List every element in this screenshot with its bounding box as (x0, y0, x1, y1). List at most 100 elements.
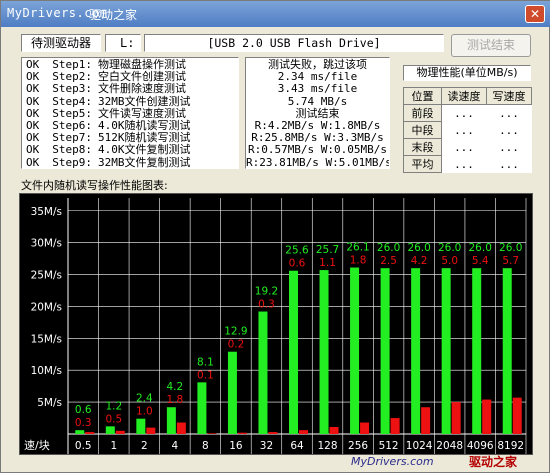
chart-svg: 5M/s 10M/s 15M/s 20M/s 25M/s 30M/s 35M/s 速/块 0.5… (24, 198, 527, 454)
read-value-label: 26.0 (407, 242, 430, 254)
x-tick-label: 32 (260, 440, 273, 452)
result-row: R:23.81MB/s W:5.01MB/s (246, 155, 390, 169)
footer-brand: 驱动之家 (469, 455, 518, 469)
perf-header-row: 位置 读速度 写速度 (403, 87, 532, 105)
read-bar (227, 351, 237, 434)
read-value-label: 25.6 (285, 245, 309, 257)
read-bar (472, 268, 482, 434)
write-value-label: 4.2 (411, 255, 428, 267)
drive-letter: L: (105, 34, 141, 52)
y-tick-label: 25M/s (31, 270, 62, 282)
close-button[interactable]: ✕ (525, 5, 545, 23)
x-tick-label: 128 (318, 440, 338, 452)
perf-header-read: 读速度 (441, 87, 487, 105)
step-name: Step8: (52, 143, 92, 157)
step-name: Step3: (52, 82, 92, 96)
read-bar (136, 418, 146, 434)
write-value-label: 1.0 (136, 406, 153, 418)
read-value-label: 4.2 (167, 381, 184, 393)
read-value-label: 26.1 (346, 242, 369, 254)
x-tick-label: 2048 (436, 440, 463, 452)
write-bar (390, 418, 400, 434)
write-bar (237, 432, 247, 434)
step-desc: 文件删除速度测试 (98, 82, 186, 96)
step-list: OK Step1: 物理磁盘操作测试 OK Step2: 空白文件创建测试 OK Step3:… (21, 57, 239, 169)
step-name: Step5: (52, 106, 92, 120)
write-bar (482, 399, 492, 434)
read-value-label: 25.7 (316, 244, 339, 256)
title-bar: MyDrivers.com 驱动之家 ✕ (1, 1, 550, 27)
perf-write: ... (486, 138, 532, 156)
step-row: OK Step9: 32MB文件复制测试 (26, 155, 238, 169)
x-tick-label: 512 (379, 440, 399, 452)
perf-write: ... (486, 121, 532, 139)
y-tick-label: 30M/s (31, 238, 62, 250)
read-value-label: 26.0 (377, 242, 400, 254)
write-bar (299, 430, 308, 434)
read-bar (350, 267, 360, 434)
read-value-label: 26.0 (499, 242, 522, 254)
y-tick-label: 10M/s (31, 365, 62, 377)
y-tick-label: 15M/s (31, 333, 62, 345)
read-bar (197, 382, 207, 434)
read-bar (441, 268, 451, 434)
read-bar (75, 430, 85, 434)
perf-title: 物理性能(单位MB/s) (403, 65, 531, 81)
step-status: OK (26, 155, 40, 169)
x-tick-label: 64 (290, 440, 304, 452)
write-bar (146, 427, 156, 434)
step-row: OK Step4: 32MB文件创建测试 (26, 94, 238, 108)
write-bar (85, 432, 95, 434)
step-desc: 文件读写速度测试 (98, 106, 186, 120)
perf-pos: 平均 (403, 155, 442, 173)
read-value-label: 26.0 (469, 242, 492, 254)
step-name: Step4: (52, 94, 92, 108)
result-row: 5.74 MB/s (287, 94, 348, 108)
x-tick-label: 8 (202, 440, 209, 452)
read-bar (166, 407, 176, 434)
x-tick-label: 4096 (467, 440, 494, 452)
chart-title: 文件内随机读写操作性能图表: (21, 179, 168, 192)
write-bar (512, 397, 522, 434)
app-window: MyDrivers.com 驱动之家 ✕ 待测驱动器 L: [USB 2.0 U… (0, 0, 550, 473)
x-axis-label: 速/块 (24, 439, 50, 452)
write-bar (207, 433, 217, 434)
x-tick-label: 256 (348, 440, 368, 452)
perf-pos: 末段 (403, 138, 442, 156)
y-tick-label: 20M/s (31, 301, 62, 313)
perf-read: ... (441, 155, 487, 173)
step-status: OK (26, 94, 40, 108)
perf-read: ... (441, 138, 487, 156)
x-tick-label: 1 (110, 440, 117, 452)
read-bar (258, 311, 268, 434)
x-tick-label: 4 (172, 440, 179, 452)
perf-row: 平均 ... ... (403, 155, 532, 173)
write-value-label: 0.3 (258, 299, 275, 311)
read-bar (289, 270, 298, 434)
perf-pos: 中段 (403, 121, 442, 139)
perf-read: ... (441, 121, 487, 139)
step-status: OK (26, 82, 40, 96)
read-bar (502, 268, 512, 434)
write-value-label: 1.1 (319, 257, 336, 269)
write-value-label: 0.5 (105, 413, 122, 425)
x-tick-label: 8192 (497, 440, 524, 452)
read-value-label: 26.0 (438, 242, 461, 254)
step-row: OK Step3: 文件删除速度测试 (26, 83, 238, 95)
perf-write: ... (486, 104, 532, 122)
step-status: OK (26, 143, 40, 157)
x-tick-label: 0.5 (75, 440, 92, 452)
perf-header-pos: 位置 (403, 87, 442, 105)
write-bar (421, 407, 431, 434)
read-value-label: 1.2 (105, 400, 122, 412)
write-value-label: 5.4 (472, 255, 489, 267)
read-value-label: 8.1 (197, 356, 214, 368)
write-value-label: 5.0 (441, 255, 458, 267)
read-bar (105, 426, 115, 434)
end-test-button[interactable]: 测试结束 (451, 34, 531, 57)
step-desc: 32MB文件创建测试 (98, 94, 191, 108)
write-bar (360, 422, 370, 434)
step-status: OK (26, 106, 40, 120)
perf-row: 末段 ... ... (403, 138, 532, 156)
x-tick-label: 1024 (406, 440, 433, 452)
